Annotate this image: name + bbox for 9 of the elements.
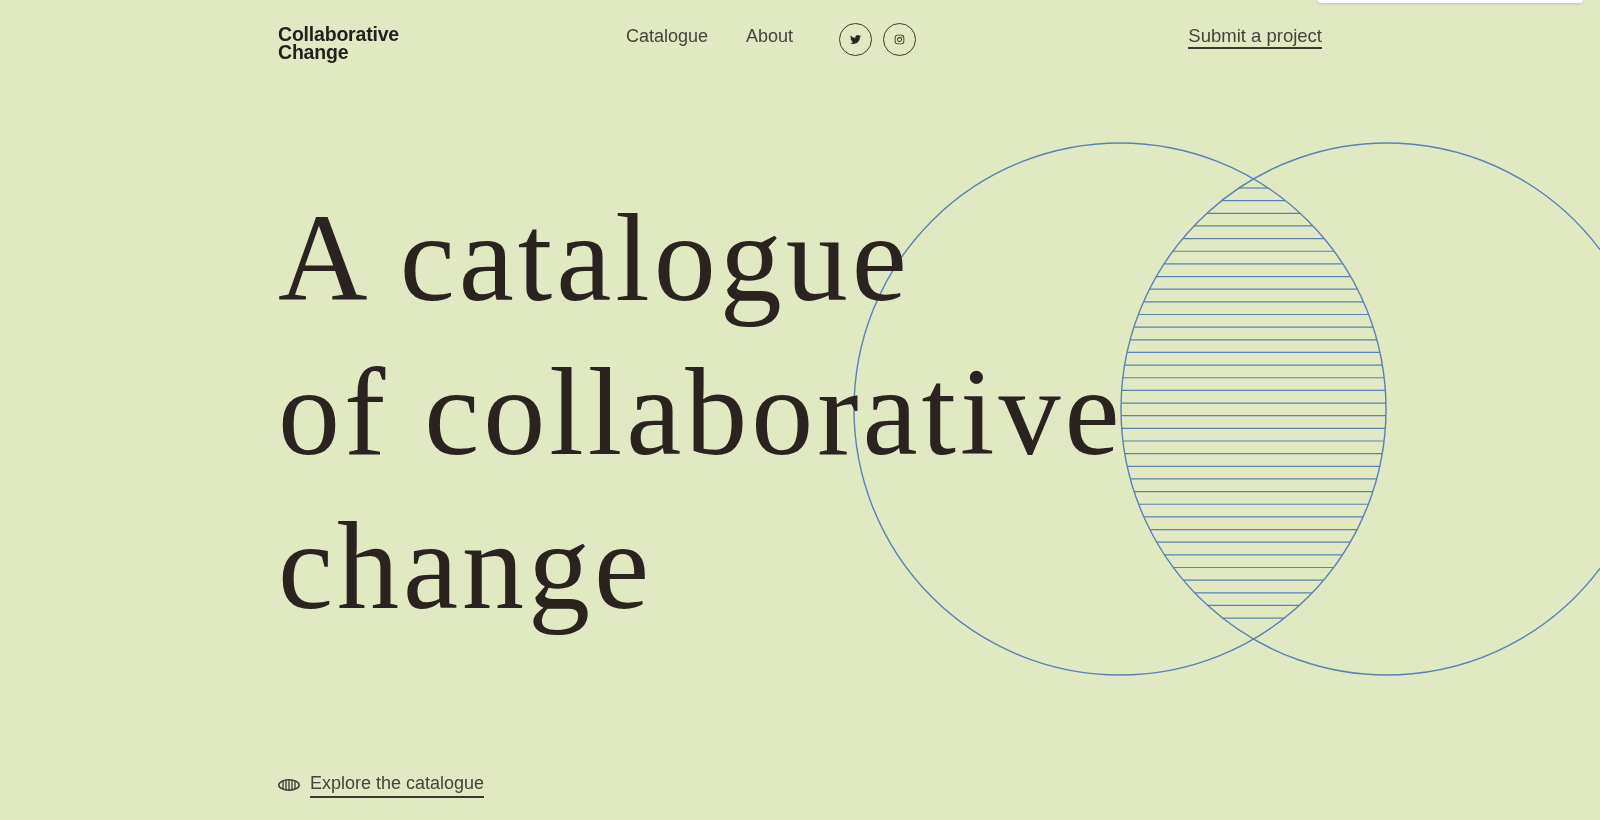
submit-project-link[interactable]: Submit a project (1188, 24, 1322, 49)
bird-icon (850, 34, 862, 45)
striped-oval-icon (278, 778, 300, 791)
explore-link[interactable]: Explore the catalogue (310, 771, 485, 798)
camera-icon (894, 34, 906, 45)
site-logo[interactable]: Collaborative Change (278, 25, 399, 61)
nav-link[interactable]: Catalogue (626, 24, 709, 48)
hero-heading: A catalogue of collaborative change (278, 189, 1124, 637)
nav-link[interactable]: About (746, 24, 794, 48)
